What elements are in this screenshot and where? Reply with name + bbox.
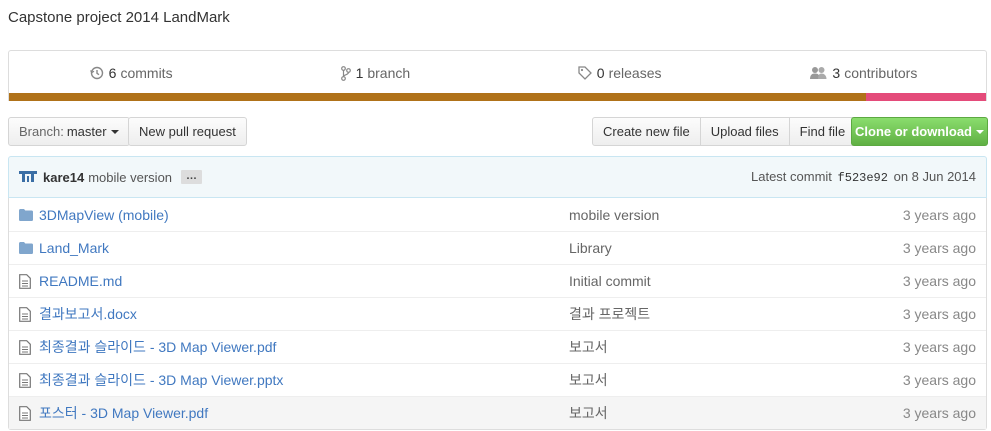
commits-count: 6: [108, 65, 117, 81]
file-commit-message[interactable]: 결과 프로젝트: [569, 304, 650, 324]
file-commit-message[interactable]: Initial commit: [569, 273, 651, 289]
branch-prefix: Branch:: [19, 124, 64, 139]
releases-label: releases: [608, 65, 662, 81]
file-age: 3 years ago: [902, 273, 976, 289]
repo-description: Capstone project 2014 LandMark: [8, 9, 230, 26]
latest-commit-bar: kare14 mobile version … Latest commit f5…: [8, 156, 987, 198]
commit-date: on 8 Jun 2014: [893, 169, 976, 184]
file-list: 3DMapView (mobile) mobile version 3 year…: [8, 198, 987, 430]
file-age: 3 years ago: [902, 405, 976, 421]
file-name-link[interactable]: 3DMapView (mobile): [39, 207, 569, 223]
commit-sha[interactable]: f523e92: [838, 171, 888, 185]
file-commit-message[interactable]: Library: [569, 240, 612, 256]
file-commit-message[interactable]: 보고서: [569, 370, 608, 390]
folder-icon: [9, 242, 39, 254]
branches-count: 1: [355, 65, 364, 81]
file-icon: [9, 339, 39, 355]
table-row: 결과보고서.docx 결과 프로젝트 3 years ago: [9, 297, 986, 330]
tag-icon: [578, 66, 592, 80]
clone-or-download-button[interactable]: Clone or download: [851, 117, 988, 146]
file-actions-group: Create new file Upload files Find file: [592, 117, 857, 146]
latest-commit-label: Latest commit: [751, 169, 832, 184]
repo-summary: 6 commits 1 branch 0 releases 3 contribu…: [8, 50, 987, 101]
contributors-count: 3: [832, 65, 841, 81]
commit-message[interactable]: mobile version: [88, 170, 172, 185]
file-navigation: Branch: master New pull request Create n…: [8, 117, 988, 146]
branches-label: branch: [367, 65, 411, 81]
file-name-link[interactable]: 최종결과 슬라이드 - 3D Map Viewer.pdf: [39, 337, 569, 357]
commit-meta: Latest commit f523e92 on 8 Jun 2014: [751, 169, 976, 185]
file-age: 3 years ago: [902, 372, 976, 388]
releases-link[interactable]: 0 releases: [498, 51, 742, 95]
commits-label: commits: [120, 65, 173, 81]
file-name-link[interactable]: README.md: [39, 273, 569, 289]
branch-select-button[interactable]: Branch: master: [8, 117, 130, 146]
language-bar[interactable]: [9, 93, 986, 101]
branch-name: master: [66, 124, 107, 139]
file-name-link[interactable]: 포스터 - 3D Map Viewer.pdf: [39, 403, 569, 423]
folder-icon: [9, 208, 39, 221]
contributors-link[interactable]: 3 contributors: [742, 51, 986, 95]
file-commit-message[interactable]: mobile version: [569, 207, 659, 223]
table-row: 최종결과 슬라이드 - 3D Map Viewer.pptx 보고서 3 yea…: [9, 363, 986, 396]
language-segment: [865, 93, 986, 101]
table-row: 3DMapView (mobile) mobile version 3 year…: [9, 198, 986, 231]
people-icon: [810, 67, 827, 79]
create-new-file-button[interactable]: Create new file: [592, 117, 701, 146]
caret-down-icon: [110, 129, 119, 134]
avatar[interactable]: [19, 168, 37, 186]
file-icon: [9, 306, 39, 322]
language-segment: [9, 93, 866, 101]
file-age: 3 years ago: [902, 306, 976, 322]
new-pull-request-button[interactable]: New pull request: [128, 117, 247, 146]
file-commit-message[interactable]: 보고서: [569, 337, 608, 357]
find-file-button[interactable]: Find file: [788, 117, 857, 146]
table-row: 포스터 - 3D Map Viewer.pdf 보고서 3 years ago: [9, 396, 986, 429]
branch-icon: [340, 65, 351, 81]
table-row: README.md Initial commit 3 years ago: [9, 264, 986, 297]
branches-link[interactable]: 1 branch: [253, 51, 497, 95]
file-name-link[interactable]: Land_Mark: [39, 240, 569, 256]
contributors-label: contributors: [844, 65, 918, 81]
table-row: Land_Mark Library 3 years ago: [9, 231, 986, 264]
table-row: 최종결과 슬라이드 - 3D Map Viewer.pdf 보고서 3 year…: [9, 330, 986, 363]
commits-link[interactable]: 6 commits: [9, 51, 253, 95]
file-icon: [9, 405, 39, 421]
file-age: 3 years ago: [902, 206, 976, 223]
releases-count: 0: [596, 65, 605, 81]
caret-down-icon: [976, 129, 984, 134]
expand-commit-button[interactable]: …: [181, 170, 203, 184]
upload-files-button[interactable]: Upload files: [699, 117, 790, 146]
file-age: 3 years ago: [902, 240, 976, 256]
commit-author[interactable]: kare14: [43, 170, 84, 185]
history-icon: [89, 66, 103, 80]
file-commit-message[interactable]: 보고서: [569, 403, 608, 423]
file-icon: [9, 372, 39, 388]
clone-or-download-label: Clone or download: [855, 124, 972, 139]
file-name-link[interactable]: 최종결과 슬라이드 - 3D Map Viewer.pptx: [39, 370, 569, 390]
file-name-link[interactable]: 결과보고서.docx: [39, 304, 569, 324]
file-icon: [9, 273, 39, 289]
file-age: 3 years ago: [902, 339, 976, 355]
